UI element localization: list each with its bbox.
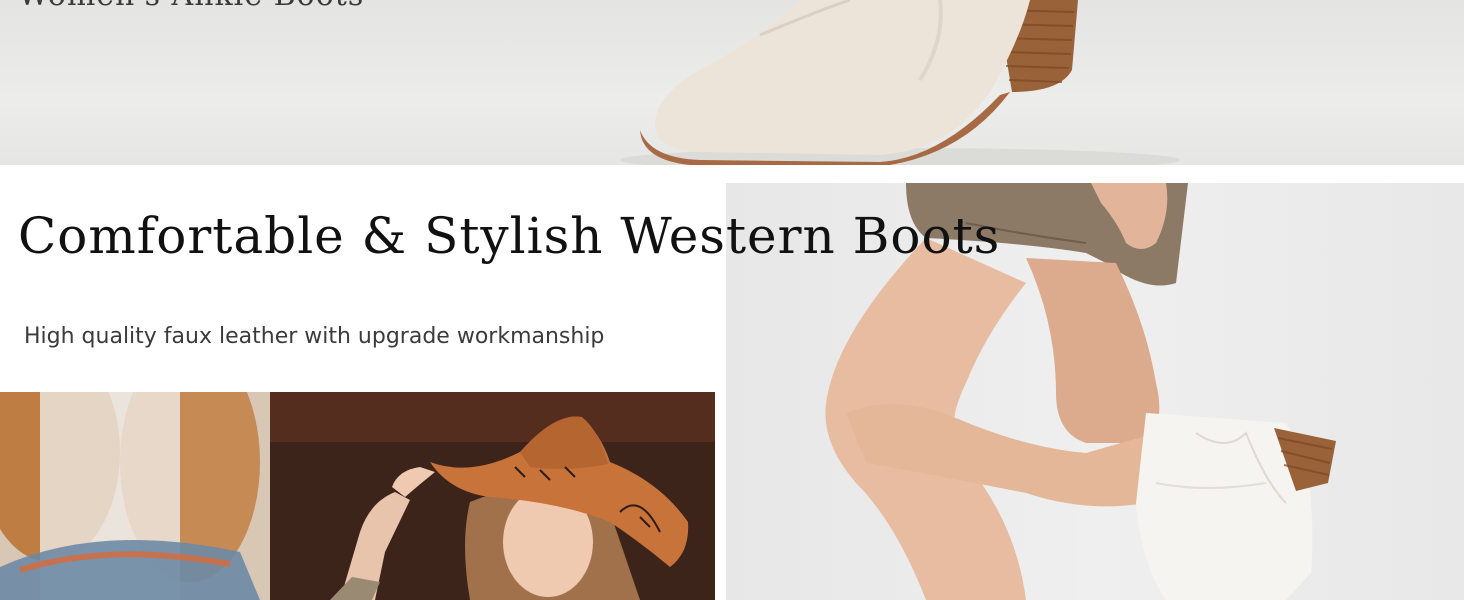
subline: High quality faux leather with upgrade w… bbox=[24, 324, 605, 349]
cream-ankle-boot-illustration bbox=[620, 0, 1180, 165]
headline: Comfortable & Stylish Western Boots bbox=[18, 207, 1001, 265]
top-product-photo: Women's Ankle Boots bbox=[0, 0, 1464, 165]
bottom-left-model-photo bbox=[0, 392, 715, 600]
top-caption: Women's Ankle Boots bbox=[18, 0, 364, 13]
cowboy-hat-woman-illustration bbox=[0, 392, 715, 600]
